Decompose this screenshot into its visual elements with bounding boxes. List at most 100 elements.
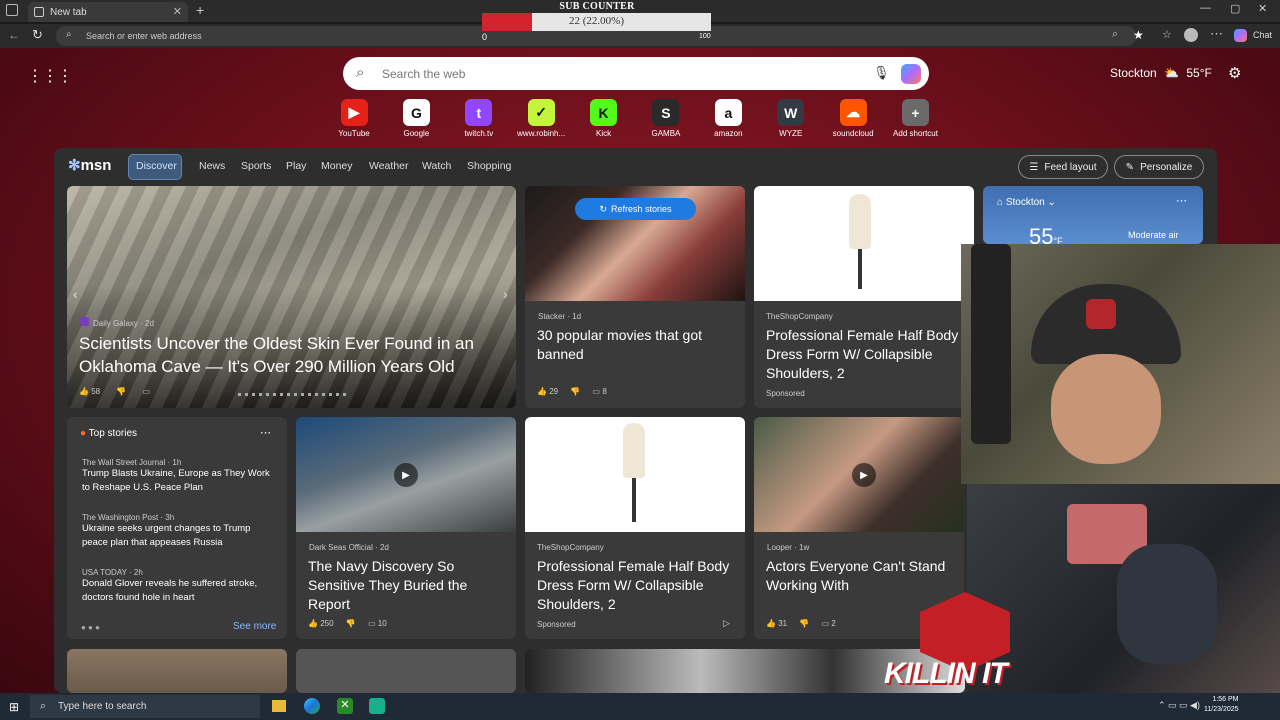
web-search-box[interactable]: ⌕ Search the web 🎙 bbox=[343, 57, 929, 90]
nav-watch[interactable]: Watch bbox=[422, 160, 451, 172]
story-card-partial-2[interactable] bbox=[296, 649, 516, 693]
zoom-icon[interactable]: ⌕ bbox=[1112, 28, 1118, 41]
actors-title[interactable]: Actors Everyone Can't Stand Working With bbox=[766, 557, 961, 595]
shortcut-twitch[interactable]: t twitch.tv bbox=[451, 99, 507, 138]
navy-title[interactable]: The Navy Discovery So Sensitive They Bur… bbox=[308, 557, 508, 614]
nav-discover[interactable]: Discover bbox=[136, 160, 177, 172]
dislike-icon[interactable]: 👎 bbox=[570, 387, 580, 396]
nav-play[interactable]: Play bbox=[286, 160, 306, 172]
shortcut-youtube[interactable]: ▶ YouTube bbox=[326, 99, 382, 138]
see-more-link[interactable]: See more bbox=[233, 621, 276, 632]
top-story-3[interactable]: USA TODAY · 2h Donald Glover reveals he … bbox=[82, 568, 277, 605]
carousel-dots[interactable] bbox=[238, 393, 348, 396]
dislike-icon[interactable]: 👎 bbox=[116, 387, 126, 396]
ad-choices-icon[interactable]: ▷ bbox=[723, 618, 730, 629]
top-story-1[interactable]: The Wall Street Journal · 1h Trump Blast… bbox=[82, 458, 277, 495]
nav-weather[interactable]: Weather bbox=[369, 160, 409, 172]
copilot-icon[interactable] bbox=[1234, 29, 1247, 42]
sponsored-card-dressform-1[interactable]: TheShopCompany Professional Female Half … bbox=[754, 186, 974, 408]
dislike-icon[interactable]: 👎 bbox=[346, 619, 356, 628]
like-icon[interactable]: 👍 bbox=[79, 387, 89, 396]
hero-story-card[interactable]: ‹ › Daily Galaxy · 2d Scientists Uncover… bbox=[67, 186, 516, 408]
close-window-icon[interactable]: ✕ bbox=[1258, 2, 1267, 15]
top-story-2-title: Ukraine seeks urgent changes to Trump pe… bbox=[82, 523, 251, 548]
chat-button[interactable]: Chat bbox=[1253, 30, 1272, 40]
shortcut-robinhood[interactable]: ✓ www.robinh... bbox=[513, 99, 569, 138]
shortcut-google[interactable]: G Google bbox=[388, 99, 444, 138]
like-icon[interactable]: 👍 bbox=[766, 619, 776, 628]
back-icon[interactable]: ← bbox=[8, 28, 20, 42]
story-card-actors[interactable]: ▶ Looper · 1w Actors Everyone Can't Stan… bbox=[754, 417, 964, 639]
tab-new-tab[interactable]: New tab ✕ bbox=[28, 2, 188, 22]
windows-start-icon[interactable]: ⊞ bbox=[9, 700, 19, 714]
nav-sports[interactable]: Sports bbox=[241, 160, 271, 172]
xbox-icon[interactable]: ✕ bbox=[337, 698, 353, 714]
tab-favicon-icon bbox=[34, 7, 44, 17]
weather-card[interactable]: ⌂ Stockton ⌄ ⋯ 55°F Moderate air bbox=[983, 186, 1203, 244]
comment-icon[interactable]: ▭ bbox=[822, 619, 830, 628]
shortcut-plus[interactable]: + Add shortcut bbox=[888, 99, 944, 138]
feed-layout-icon: ☰ bbox=[1029, 161, 1039, 173]
favorites-icon[interactable]: ☆ bbox=[1162, 28, 1172, 41]
maximize-icon[interactable]: ▢ bbox=[1230, 2, 1240, 15]
sub-counter: SUB COUNTER 22 (22.00%) 0 100 bbox=[482, 0, 712, 44]
dressform-stand bbox=[632, 478, 636, 522]
copilot-search-icon[interactable] bbox=[901, 64, 921, 84]
system-tray-icons[interactable]: ⌃ ▭ ▭ ◀) bbox=[1158, 700, 1200, 711]
comment-icon[interactable]: ▭ bbox=[143, 387, 151, 396]
play-icon[interactable]: ▶ bbox=[394, 463, 418, 487]
dislike-icon[interactable]: 👎 bbox=[799, 619, 809, 628]
weather-cloud-icon: ⛅ bbox=[1164, 66, 1179, 80]
shop1-sponsored: Sponsored bbox=[766, 389, 805, 398]
play-icon[interactable]: ▶ bbox=[852, 463, 876, 487]
refresh-icon[interactable]: ↻ bbox=[32, 27, 43, 43]
movies-source: Stacker · 1d bbox=[538, 312, 582, 321]
movies-title[interactable]: 30 popular movies that got banned bbox=[537, 326, 737, 364]
shortcut-soundcloud[interactable]: ☁ soundcloud bbox=[825, 99, 881, 138]
clock[interactable]: 1:56 PM 11/23/2025 bbox=[1204, 695, 1239, 715]
taskbar-search[interactable]: ⌕ Type here to search bbox=[30, 695, 260, 718]
story-card-navy[interactable]: ▶ Dark Seas Official · 2d The Navy Disco… bbox=[296, 417, 516, 639]
top-stories-pager-dots[interactable]: ● ● ● bbox=[81, 623, 100, 632]
sponsored-card-dressform-2[interactable]: TheShopCompany Professional Female Half … bbox=[525, 417, 745, 639]
shortcut-gamba[interactable]: S GAMBA bbox=[638, 99, 694, 138]
top-stories-more-icon[interactable]: ⋯ bbox=[260, 426, 271, 439]
settings-gear-icon[interactable]: ⚙ bbox=[1228, 64, 1241, 82]
nav-news[interactable]: News bbox=[199, 160, 225, 172]
shortcut-wyze[interactable]: W WYZE bbox=[763, 99, 819, 138]
refresh-stories-button[interactable]: ↻ Refresh stories bbox=[575, 198, 696, 220]
profile-avatar[interactable] bbox=[1184, 28, 1198, 42]
comment-icon[interactable]: ▭ bbox=[368, 619, 376, 628]
comment-icon[interactable]: ▭ bbox=[593, 387, 601, 396]
shortcut-label: Kick bbox=[596, 129, 612, 138]
more-menu-icon[interactable]: ⋯ bbox=[1210, 26, 1223, 42]
app-icon[interactable] bbox=[369, 698, 385, 714]
hero-title[interactable]: Scientists Uncover the Oldest Skin Ever … bbox=[79, 332, 499, 378]
minimize-icon[interactable]: — bbox=[1200, 2, 1211, 14]
shop1-title[interactable]: Professional Female Half Body Dress Form… bbox=[766, 326, 966, 383]
edge-browser-icon[interactable] bbox=[304, 698, 320, 714]
msn-logo[interactable]: ✻msn bbox=[68, 156, 111, 174]
weather-widget[interactable]: Stockton ⛅ 55°F bbox=[1110, 66, 1212, 80]
shortcut-amazon[interactable]: a amazon bbox=[700, 99, 756, 138]
story-card-partial-1[interactable] bbox=[67, 649, 287, 693]
apps-grid-icon[interactable]: ⋮⋮⋮ bbox=[27, 66, 73, 86]
carousel-next-icon[interactable]: › bbox=[503, 286, 508, 302]
like-icon[interactable]: 👍 bbox=[537, 387, 547, 396]
microphone-icon[interactable]: 🎙 bbox=[873, 65, 890, 81]
top-story-2[interactable]: The Washington Post · 3h Ukraine seeks u… bbox=[82, 513, 277, 550]
nav-money[interactable]: Money bbox=[321, 160, 353, 172]
carousel-prev-icon[interactable]: ‹ bbox=[73, 286, 78, 302]
weather-more-icon[interactable]: ⋯ bbox=[1176, 194, 1187, 207]
close-tab-icon[interactable]: ✕ bbox=[173, 5, 182, 18]
file-explorer-icon[interactable] bbox=[272, 700, 286, 712]
tab-actions-icon[interactable] bbox=[6, 4, 18, 16]
favorite-star-icon[interactable]: ★ bbox=[1133, 28, 1144, 42]
shortcut-kick[interactable]: K Kick bbox=[576, 99, 632, 138]
new-tab-plus-icon[interactable]: + bbox=[196, 2, 204, 18]
personalize-button[interactable]: ✎ Personalize bbox=[1114, 155, 1204, 179]
shop2-title[interactable]: Professional Female Half Body Dress Form… bbox=[537, 557, 737, 614]
nav-shopping[interactable]: Shopping bbox=[467, 160, 511, 172]
feed-layout-button[interactable]: ☰ Feed layout bbox=[1018, 155, 1108, 179]
like-icon[interactable]: 👍 bbox=[308, 619, 318, 628]
